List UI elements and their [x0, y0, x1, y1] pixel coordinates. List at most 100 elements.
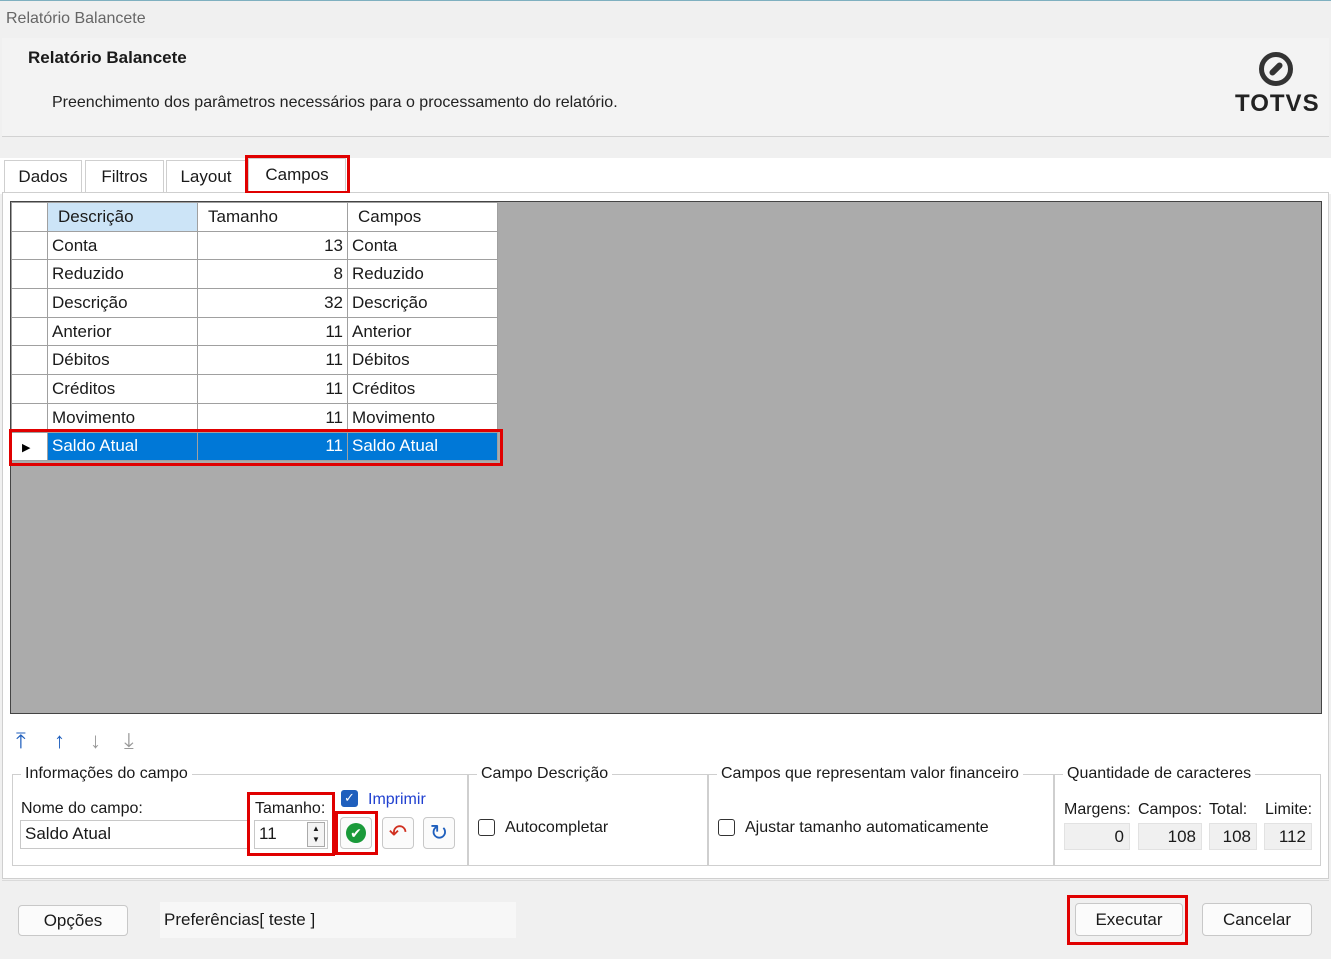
- cell-tamanho[interactable]: 11: [197, 431, 348, 462]
- imprimir-label: Imprimir: [368, 791, 426, 808]
- cell-campos[interactable]: Conta: [347, 230, 498, 261]
- tamanho-stepper[interactable]: 11 ▲ ▼: [254, 820, 328, 849]
- tab-layout[interactable]: Layout: [166, 160, 246, 192]
- totvs-logo: TOTVS: [1235, 52, 1320, 118]
- logo-text: TOTVS: [1235, 90, 1320, 117]
- cell-campos[interactable]: Reduzido: [347, 259, 498, 290]
- legend-informacoes: Informações do campo: [21, 765, 192, 783]
- row-header[interactable]: [11, 259, 48, 290]
- cell-campos[interactable]: Débitos: [347, 345, 498, 376]
- legend-valor-financeiro: Campos que representam valor financeiro: [717, 765, 1023, 783]
- cell-campos[interactable]: Anterior: [347, 316, 498, 347]
- fields-table: Descrição Tamanho Campos Conta 13 Conta …: [11, 202, 498, 462]
- opcoes-button[interactable]: Opções: [18, 905, 128, 936]
- col-header-tamanho[interactable]: Tamanho: [197, 202, 348, 232]
- move-down-icon[interactable]: ↓: [90, 730, 101, 752]
- imprimir-checkbox[interactable]: ✓: [341, 790, 358, 807]
- cell-tamanho[interactable]: 11: [197, 374, 348, 404]
- cell-campos[interactable]: Movimento: [347, 402, 498, 433]
- cancelar-button[interactable]: Cancelar: [1202, 903, 1312, 936]
- move-top-icon[interactable]: ⤒: [16, 730, 26, 752]
- margens-label: Margens:: [1064, 801, 1131, 818]
- window-titlebar: Relatório Balancete: [0, 0, 1331, 38]
- table-row[interactable]: Movimento 11 Movimento: [11, 402, 498, 433]
- header-subtitle: Preenchimento dos parâmetros necessários…: [52, 94, 618, 111]
- confirm-button[interactable]: ✔: [340, 817, 372, 849]
- tab-dados[interactable]: Dados: [4, 160, 82, 192]
- preferencias-area: Preferências[ teste ]: [160, 902, 516, 938]
- col-header-campos[interactable]: Campos: [347, 202, 498, 232]
- undo-button[interactable]: ↶: [382, 817, 414, 849]
- fieldset-quantidade: Quantidade de caracteres: [1054, 765, 1321, 866]
- refresh-icon: ↻: [429, 820, 449, 845]
- row-header[interactable]: [11, 316, 48, 347]
- row-header[interactable]: [11, 345, 48, 376]
- tab-campos[interactable]: Campos: [248, 158, 346, 194]
- tab-bar: Dados Filtros Layout Campos: [0, 158, 1331, 194]
- cell-campos[interactable]: Saldo Atual: [347, 431, 498, 462]
- move-up-icon[interactable]: ↑: [54, 730, 65, 752]
- cell-campos[interactable]: Descrição: [347, 288, 498, 318]
- total-label: Total:: [1209, 801, 1248, 818]
- campos-count-label: Campos:: [1138, 801, 1203, 818]
- nome-campo-input[interactable]: Saldo Atual: [20, 820, 248, 849]
- campos-count-value: 108: [1138, 823, 1202, 850]
- cell-campos[interactable]: Créditos: [347, 374, 498, 404]
- totvs-logo-icon: [1259, 52, 1293, 86]
- ajustar-label: Ajustar tamanho automaticamente: [745, 819, 989, 836]
- table-row[interactable]: Conta 13 Conta: [11, 230, 498, 261]
- row-header[interactable]: [11, 230, 48, 261]
- table-row[interactable]: Débitos 11 Débitos: [11, 345, 498, 376]
- cell-tamanho[interactable]: 11: [197, 345, 348, 376]
- tab-filtros[interactable]: Filtros: [85, 160, 164, 192]
- legend-campo-descricao: Campo Descrição: [477, 765, 613, 783]
- table-row[interactable]: Descrição 32 Descrição: [11, 288, 498, 318]
- cell-tamanho[interactable]: 11: [197, 402, 348, 433]
- limite-label: Limite:: [1265, 801, 1313, 818]
- table-row-selected[interactable]: ▶ Saldo Atual 11 Saldo Atual: [11, 431, 498, 462]
- table-row[interactable]: Créditos 11 Créditos: [11, 374, 498, 404]
- cell-tamanho[interactable]: 32: [197, 288, 348, 318]
- cell-tamanho[interactable]: 11: [197, 316, 348, 347]
- autocompletar-label: Autocompletar: [505, 819, 609, 836]
- cell-descricao[interactable]: Reduzido: [47, 259, 198, 290]
- margens-value: 0: [1064, 823, 1130, 850]
- ajustar-checkbox[interactable]: [718, 819, 735, 836]
- executar-button[interactable]: Executar: [1075, 903, 1183, 936]
- current-row-arrow-icon: ▶: [22, 442, 31, 455]
- cell-descricao[interactable]: Saldo Atual: [47, 431, 198, 462]
- legend-quantidade: Quantidade de caracteres: [1063, 765, 1256, 783]
- cell-descricao[interactable]: Conta: [47, 230, 198, 261]
- spin-buttons[interactable]: ▲ ▼: [307, 822, 325, 847]
- table-row[interactable]: Anterior 11 Anterior: [11, 316, 498, 347]
- tamanho-value: 11: [259, 824, 277, 843]
- row-header[interactable]: [11, 374, 48, 404]
- dialog-header: Relatório Balancete Preenchimento dos pa…: [2, 38, 1329, 137]
- window-title: Relatório Balancete: [6, 10, 146, 27]
- fields-grid[interactable]: Descrição Tamanho Campos Conta 13 Conta …: [10, 201, 1322, 714]
- cell-descricao[interactable]: Descrição: [47, 288, 198, 318]
- move-bottom-icon[interactable]: ⤓: [124, 730, 134, 752]
- cell-tamanho[interactable]: 13: [197, 230, 348, 261]
- table-row[interactable]: Reduzido 8 Reduzido: [11, 259, 498, 290]
- tamanho-label: Tamanho:: [255, 800, 326, 817]
- cell-descricao[interactable]: Anterior: [47, 316, 198, 347]
- row-header-corner: [11, 202, 48, 232]
- undo-icon: ↶: [388, 820, 408, 845]
- cell-descricao[interactable]: Movimento: [47, 402, 198, 433]
- limite-value: 112: [1264, 823, 1312, 850]
- reset-button[interactable]: ↻: [423, 817, 455, 849]
- autocompletar-checkbox[interactable]: [478, 819, 495, 836]
- cell-descricao[interactable]: Débitos: [47, 345, 198, 376]
- cell-descricao[interactable]: Créditos: [47, 374, 198, 404]
- col-header-descricao[interactable]: Descrição: [47, 202, 198, 232]
- total-value: 108: [1209, 823, 1257, 850]
- grid-header-row: Descrição Tamanho Campos: [11, 202, 498, 232]
- row-header-current[interactable]: ▶: [11, 431, 48, 462]
- nome-campo-label: Nome do campo:: [21, 800, 143, 817]
- row-header[interactable]: [11, 402, 48, 433]
- check-circle-icon: ✔: [346, 823, 366, 843]
- cell-tamanho[interactable]: 8: [197, 259, 348, 290]
- row-header[interactable]: [11, 288, 48, 318]
- preferencias-text: Preferências[ teste ]: [164, 910, 316, 929]
